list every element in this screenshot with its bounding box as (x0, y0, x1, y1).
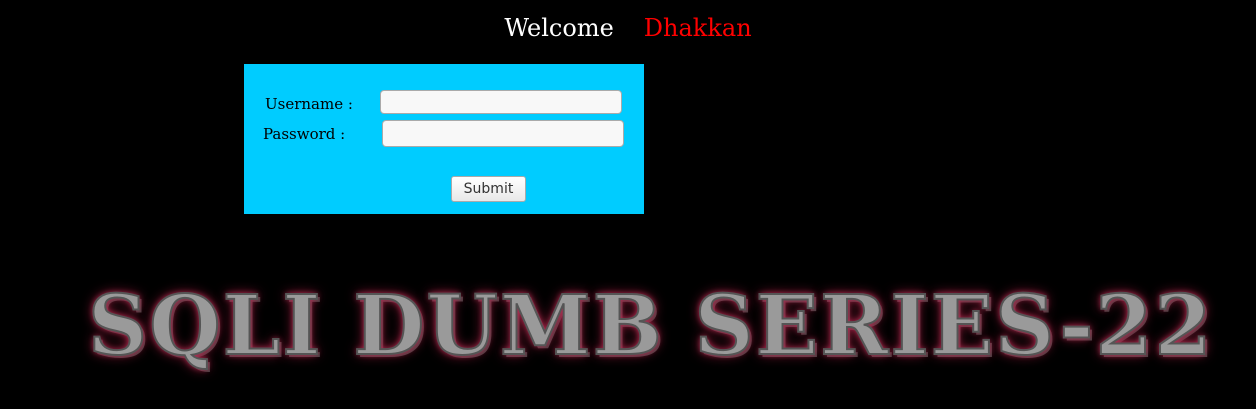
password-label: Password : (263, 125, 346, 143)
login-form: Username : Password : Submit (244, 64, 644, 214)
username-label: Username : (265, 95, 353, 113)
submit-button[interactable]: Submit (451, 176, 526, 202)
welcome-text: Welcome (504, 14, 614, 42)
password-input[interactable] (382, 120, 624, 147)
banner-logo: SQLI DUMB SERIES-22 (87, 277, 1214, 375)
user-name: Dhakkan (643, 14, 752, 42)
welcome-header: Welcome Dhakkan (0, 14, 1256, 42)
username-input[interactable] (380, 90, 622, 114)
